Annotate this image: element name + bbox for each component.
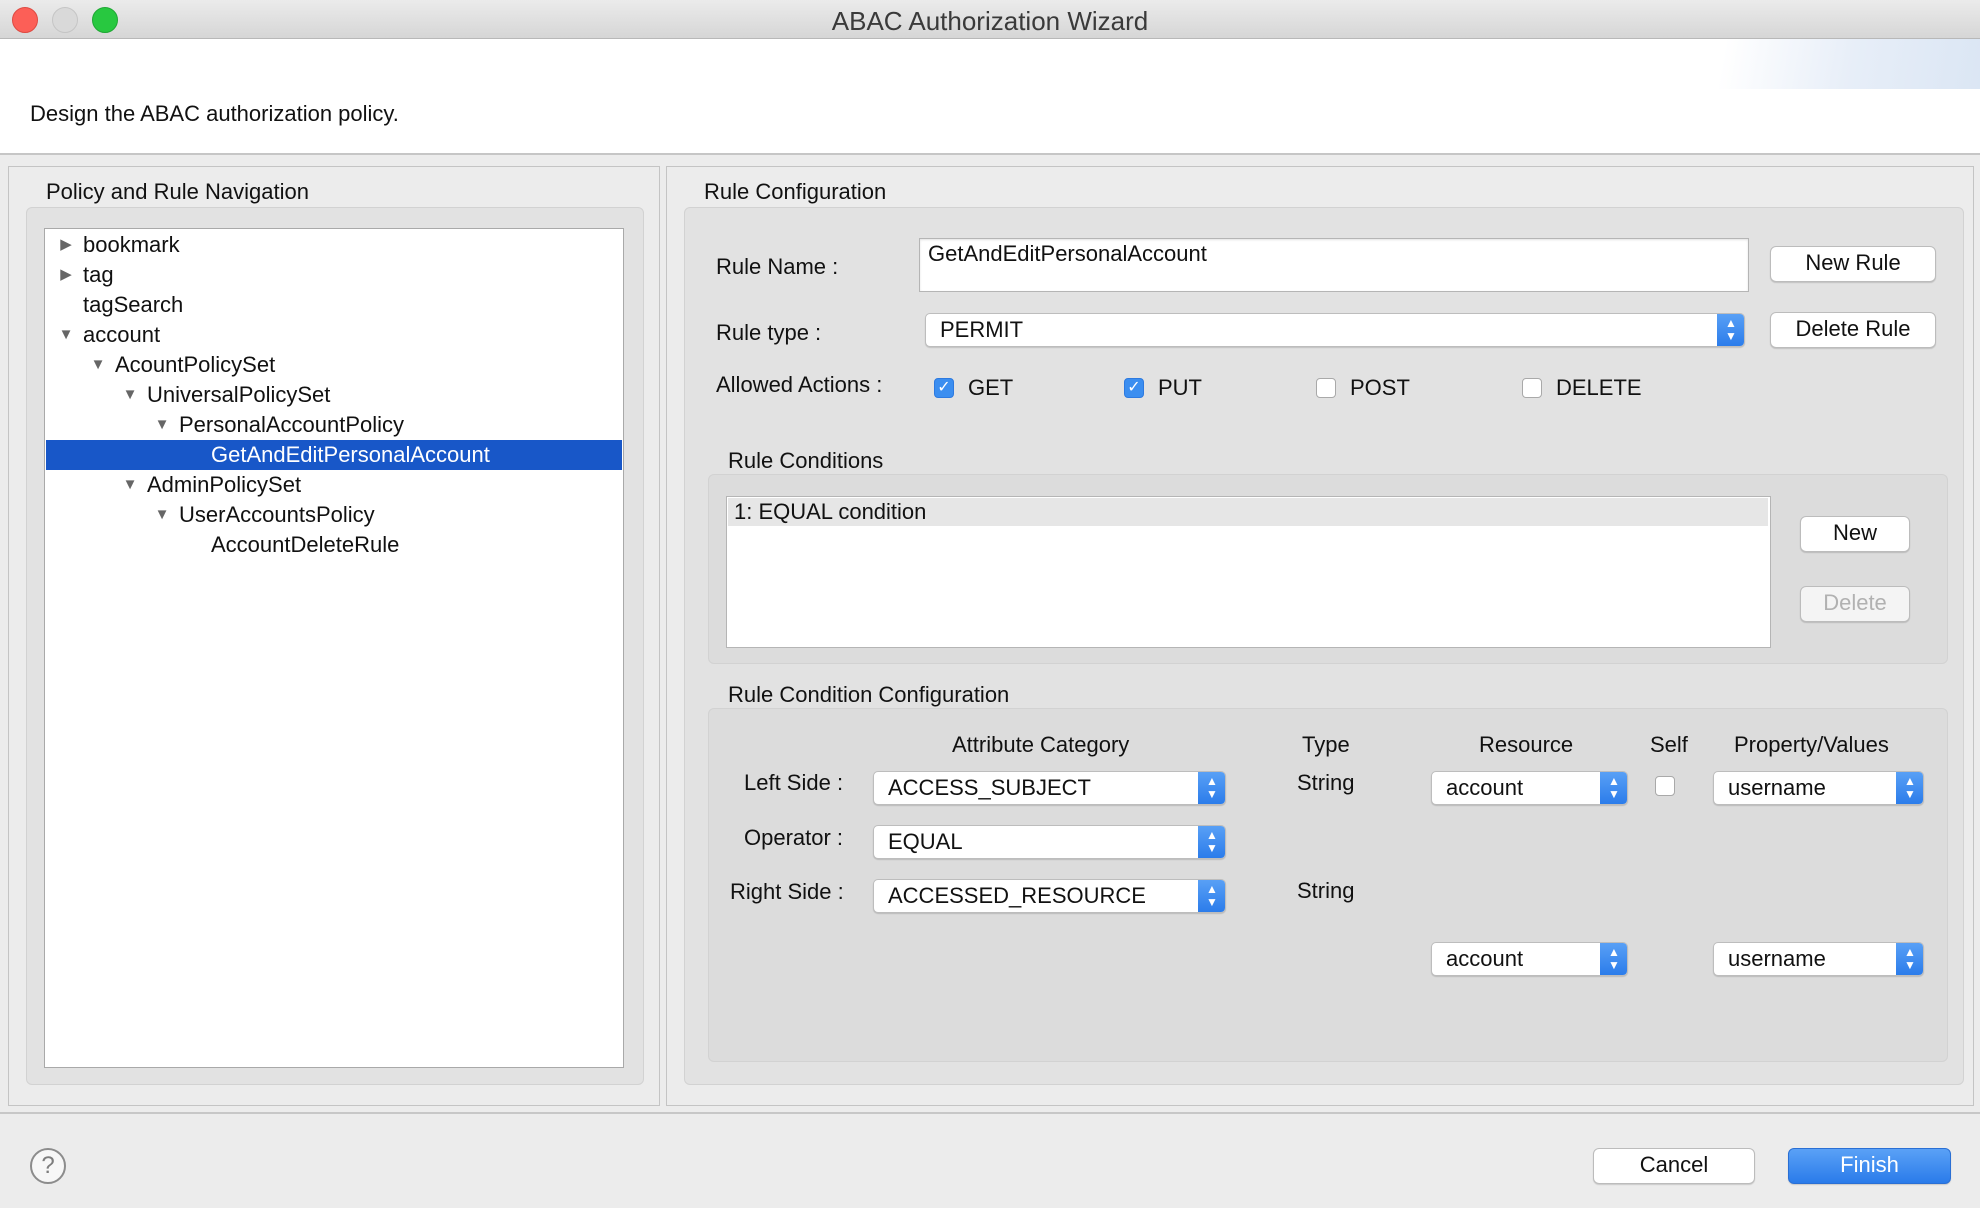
tree-item[interactable]: GetAndEditPersonalAccount (46, 440, 622, 470)
disclosure-triangle-expanded-icon[interactable]: ▼ (122, 380, 138, 410)
left-type-value: String (1297, 770, 1355, 795)
tree-item[interactable]: ▼ account (46, 320, 622, 350)
tree-item-label: tag (83, 262, 114, 287)
page-description: Design the ABAC authorization policy. (30, 101, 399, 126)
tree-item-label: UserAccountsPolicy (179, 502, 375, 527)
action-label-get: GET (968, 375, 1014, 400)
left-category-value: ACCESS_SUBJECT (888, 775, 1091, 800)
operator-label: Operator : (744, 825, 844, 850)
operator-select[interactable]: EQUAL ▲ ▼ (873, 825, 1226, 859)
tree-item[interactable]: tagSearch (46, 290, 622, 320)
disclosure-triangle-collapsed-icon[interactable]: ▶ (58, 260, 74, 290)
disclosure-triangle-expanded-icon[interactable]: ▼ (58, 320, 74, 350)
chevron-updown-icon: ▲ ▼ (1198, 826, 1225, 858)
rule-type-select[interactable]: PERMIT ▲ ▼ (925, 313, 1745, 347)
chevron-updown-icon: ▲ ▼ (1198, 880, 1225, 912)
rule-type-value: PERMIT (940, 317, 1024, 342)
tree-item-label: bookmark (83, 232, 180, 257)
tree-item[interactable]: ▼ AcountPolicySet (46, 350, 622, 380)
resource-header: Resource (1479, 732, 1574, 757)
right-resource-value: account (1446, 946, 1524, 971)
tree-item[interactable]: AccountDeleteRule (46, 530, 622, 560)
right-category-value: ACCESSED_RESOURCE (888, 883, 1146, 908)
action-label-delete: DELETE (1556, 375, 1642, 400)
rule-configuration-title: Rule Configuration (704, 179, 887, 204)
tree-item-label: AccountDeleteRule (211, 532, 400, 557)
chevron-updown-icon: ▲ ▼ (1896, 943, 1923, 975)
action-checkbox-post[interactable] (1316, 378, 1336, 398)
footer-divider (0, 1112, 1980, 1114)
action-label-post: POST (1350, 375, 1410, 400)
chevron-updown-icon: ▲ ▼ (1198, 772, 1225, 804)
help-icon[interactable]: ? (30, 1148, 66, 1184)
new-rule-button[interactable]: New Rule (1770, 246, 1936, 282)
tree-item-label: AdminPolicySet (147, 472, 302, 497)
cancel-button[interactable]: Cancel (1593, 1148, 1755, 1184)
chevron-updown-icon: ▲ ▼ (1896, 772, 1923, 804)
navigation-title: Policy and Rule Navigation (46, 179, 309, 204)
right-property-select[interactable]: username ▲ ▼ (1713, 942, 1924, 976)
chevron-updown-icon: ▲ ▼ (1600, 772, 1627, 804)
disclosure-triangle-collapsed-icon[interactable]: ▶ (58, 230, 74, 260)
disclosure-triangle-expanded-icon[interactable]: ▼ (122, 470, 138, 500)
finish-button[interactable]: Finish (1788, 1148, 1951, 1184)
tree-item[interactable]: ▶ bookmark (46, 230, 622, 260)
action-label-put: PUT (1158, 375, 1202, 400)
conditions-list[interactable]: 1: EQUAL condition (726, 496, 1771, 648)
rule-name-input[interactable]: GetAndEditPersonalAccount (919, 238, 1749, 292)
title-bar: ABAC Authorization Wizard (0, 0, 1980, 39)
operator-value: EQUAL (888, 829, 963, 854)
self-header: Self (1650, 732, 1688, 757)
condition-list-item[interactable]: 1: EQUAL condition (728, 498, 1768, 526)
left-resource-value: account (1446, 775, 1524, 800)
condition-config-title: Rule Condition Configuration (728, 682, 1010, 707)
right-resource-select[interactable]: account ▲ ▼ (1431, 942, 1628, 976)
tree-item[interactable]: ▼ PersonalAccountPolicy (46, 410, 622, 440)
tree-item-label: AcountPolicySet (115, 352, 276, 377)
new-condition-button[interactable]: New (1800, 516, 1910, 552)
chevron-updown-icon: ▲ ▼ (1600, 943, 1627, 975)
tree-item-label: PersonalAccountPolicy (179, 412, 405, 437)
tree-item-label: GetAndEditPersonalAccount (211, 442, 490, 467)
left-property-select[interactable]: username ▲ ▼ (1713, 771, 1924, 805)
disclosure-triangle-expanded-icon[interactable]: ▼ (154, 500, 170, 530)
policy-tree[interactable]: ▶ bookmark ▶ tag tagSearch ▼ account ▼ AcountPol… (44, 228, 624, 1068)
disclosure-triangle-expanded-icon[interactable]: ▼ (90, 350, 106, 380)
tree-item-label: UniversalPolicySet (147, 382, 331, 407)
left-resource-select[interactable]: account ▲ ▼ (1431, 771, 1628, 805)
tree-item[interactable]: ▶ tag (46, 260, 622, 290)
disclosure-triangle-expanded-icon[interactable]: ▼ (154, 410, 170, 440)
right-side-label: Right Side : (730, 879, 844, 904)
property-values-header: Property/Values (1734, 732, 1889, 757)
chevron-updown-icon: ▲ ▼ (1717, 314, 1744, 346)
tree-item[interactable]: ▼ UniversalPolicySet (46, 380, 622, 410)
tree-item[interactable]: ▼ AdminPolicySet (46, 470, 622, 500)
left-category-select[interactable]: ACCESS_SUBJECT ▲ ▼ (873, 771, 1226, 805)
rule-conditions-title: Rule Conditions (728, 448, 884, 473)
tree-item-label: account (83, 322, 161, 347)
tree-item-label: tagSearch (83, 292, 184, 317)
wizard-header: Design the ABAC authorization policy. (0, 39, 1980, 155)
window-title: ABAC Authorization Wizard (831, 6, 1149, 36)
type-header: Type (1302, 732, 1350, 757)
tree-item[interactable]: ▼ UserAccountsPolicy (46, 500, 622, 530)
right-category-select[interactable]: ACCESSED_RESOURCE ▲ ▼ (873, 879, 1226, 913)
left-side-label: Left Side : (744, 770, 844, 795)
rule-type-label: Rule type : (716, 320, 822, 345)
left-property-value: username (1728, 775, 1826, 800)
attribute-category-header: Attribute Category (952, 732, 1130, 757)
right-property-value: username (1728, 946, 1826, 971)
left-self-checkbox[interactable] (1655, 776, 1675, 796)
rule-name-label: Rule Name : (716, 254, 839, 279)
header-banner-graphic (1660, 39, 1980, 89)
delete-rule-button[interactable]: Delete Rule (1770, 312, 1936, 348)
delete-condition-button[interactable]: Delete (1800, 586, 1910, 622)
allowed-actions-label: Allowed Actions : (716, 372, 883, 397)
action-checkbox-get[interactable]: ✓ (934, 378, 954, 398)
right-type-value: String (1297, 878, 1355, 903)
action-checkbox-put[interactable]: ✓ (1124, 378, 1144, 398)
action-checkbox-delete[interactable] (1522, 378, 1542, 398)
